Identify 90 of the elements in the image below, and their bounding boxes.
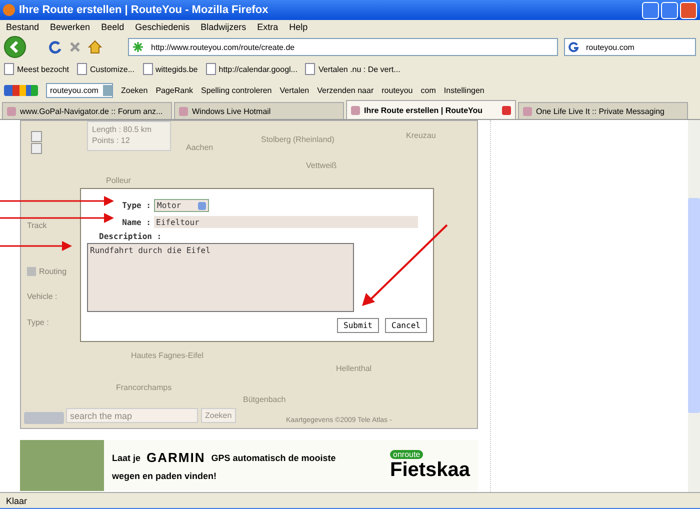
map-label: Hellenthal (336, 364, 372, 373)
bookmark-link[interactable]: wittegids.be (142, 63, 198, 75)
browser-tab[interactable]: One Life Live It :: Private Messaging (518, 102, 688, 119)
description-field[interactable]: Rundfahrt durch die Eifel (87, 243, 354, 312)
route-info-text: Points : 12 (92, 136, 131, 145)
close-button[interactable] (680, 2, 697, 18)
browser-tab[interactable]: Ihre Route erstellen | RouteYou (346, 100, 516, 119)
status-text: Klaar (6, 496, 28, 506)
zoom-out-icon[interactable] (31, 143, 42, 154)
name-field[interactable]: Eifeltour (154, 216, 418, 228)
ad-text: wegen en paden vinden! (112, 471, 218, 481)
page-icon (351, 106, 360, 114)
bookmark-link[interactable]: Vertalen .nu : De vert... (305, 63, 400, 75)
page-icon (305, 63, 316, 75)
brand-logo: GARMIN (146, 450, 206, 465)
toolbar-button[interactable]: Verzenden naar (317, 86, 374, 94)
product-title: Fietskaa (390, 458, 470, 482)
tab-label: Windows Live Hotmail (192, 106, 272, 116)
ad-text: GPS automatisch de mooiste (211, 452, 336, 462)
reload-icon[interactable] (48, 40, 62, 54)
menu-item[interactable]: Extra (257, 22, 278, 32)
page-icon (179, 106, 188, 116)
tab-label: www.GoPal-Navigator.de :: Forum anz... (20, 106, 164, 116)
dialog-button[interactable]: Submit (337, 318, 379, 333)
pointer-arrow (0, 241, 72, 251)
search-field[interactable]: routeyou.com (564, 38, 696, 56)
dialog-button[interactable]: Cancel (385, 318, 427, 333)
close-icon[interactable] (502, 106, 511, 114)
toolbar-button[interactable]: Vertalen (280, 86, 310, 94)
site-icon (132, 41, 144, 53)
route-info-text: Length : 80.5 km (92, 125, 153, 134)
menu-item[interactable]: Bestand (6, 22, 40, 32)
stop-icon[interactable] (68, 40, 82, 54)
toolbar-button[interactable]: PageRank (156, 86, 194, 94)
toolbar-button[interactable]: Instellingen (444, 86, 484, 94)
dropdown-icon (103, 84, 112, 96)
map-label: Vettweiß (306, 161, 337, 170)
home-icon[interactable] (88, 40, 102, 54)
toolbar-button[interactable]: routeyou (382, 86, 413, 94)
toolbar-search-field[interactable]: routeyou.com (46, 82, 113, 98)
side-panel-label: Type : (27, 318, 49, 327)
menu-item[interactable]: Beeld (101, 22, 124, 32)
page-icon (142, 63, 152, 75)
menu-item[interactable]: Geschiedenis (135, 22, 190, 32)
page-icon (77, 63, 88, 75)
scrollbar[interactable] (688, 120, 700, 492)
tab-label: Ihre Route erstellen | RouteYou (364, 106, 484, 114)
menu-item[interactable]: Bladwijzers (200, 22, 246, 32)
field-label: Name : (121, 218, 151, 226)
toolbar-button[interactable]: Spelling controleren (201, 86, 272, 94)
search-text: routeyou.com (50, 86, 98, 94)
page-icon (206, 63, 216, 75)
ad-text: Laat je (112, 452, 141, 462)
minimize-button[interactable] (642, 2, 659, 18)
map-label: Kreuzau (406, 131, 436, 140)
bookmark-link[interactable]: Customize... (77, 63, 134, 75)
map-label: Francorchamps (116, 383, 172, 392)
placeholder-text: search the map (70, 410, 132, 420)
page-icon (7, 106, 16, 116)
address-field[interactable]: http://www.routeyou.com/route/create.de (128, 38, 558, 56)
bookmark-link[interactable]: Meest bezocht (4, 63, 70, 75)
menu-item[interactable]: Help (289, 22, 308, 32)
side-panel-label: Track (27, 221, 47, 230)
page-icon (4, 63, 14, 75)
field-label: Description : (99, 232, 163, 241)
field-label: Type : (121, 201, 151, 210)
dropdown-value: Motor (157, 201, 182, 210)
map-label: Hautes Fagnes-Eifel (131, 351, 204, 360)
side-panel-label: Vehicle : (27, 292, 58, 301)
bookmark-link[interactable]: http://calendar.googl... (206, 63, 298, 75)
toolbar-button[interactable]: Zoeken (121, 86, 148, 94)
search-text: routeyou.com (586, 42, 634, 52)
menu-item[interactable]: Bewerken (50, 22, 90, 32)
map-label: Bütgenbach (243, 395, 286, 404)
logo-text: onroute (390, 450, 424, 458)
map-label: Polleur (106, 176, 131, 185)
map-label: Aachen (186, 143, 214, 152)
map-label: Stolberg (Rheinland) (261, 135, 334, 144)
google-icon (568, 42, 579, 52)
toolbar-button[interactable]: com (420, 86, 436, 94)
tab-label: One Life Live It :: Private Messaging (536, 106, 666, 116)
back-button[interactable] (4, 36, 26, 58)
url-text: http://www.routeyou.com/route/create.de (151, 42, 295, 52)
browser-tab[interactable]: Windows Live Hotmail (174, 102, 344, 119)
window-title: Ihre Route erstellen | RouteYou - Mozilla Firefox (19, 4, 270, 16)
type-dropdown[interactable]: Motor (154, 199, 209, 212)
zoom-in-icon[interactable] (31, 131, 42, 142)
browser-tab[interactable]: www.GoPal-Navigator.de :: Forum anz... (2, 102, 172, 119)
maximize-button[interactable] (661, 2, 678, 18)
page-icon (523, 106, 532, 116)
